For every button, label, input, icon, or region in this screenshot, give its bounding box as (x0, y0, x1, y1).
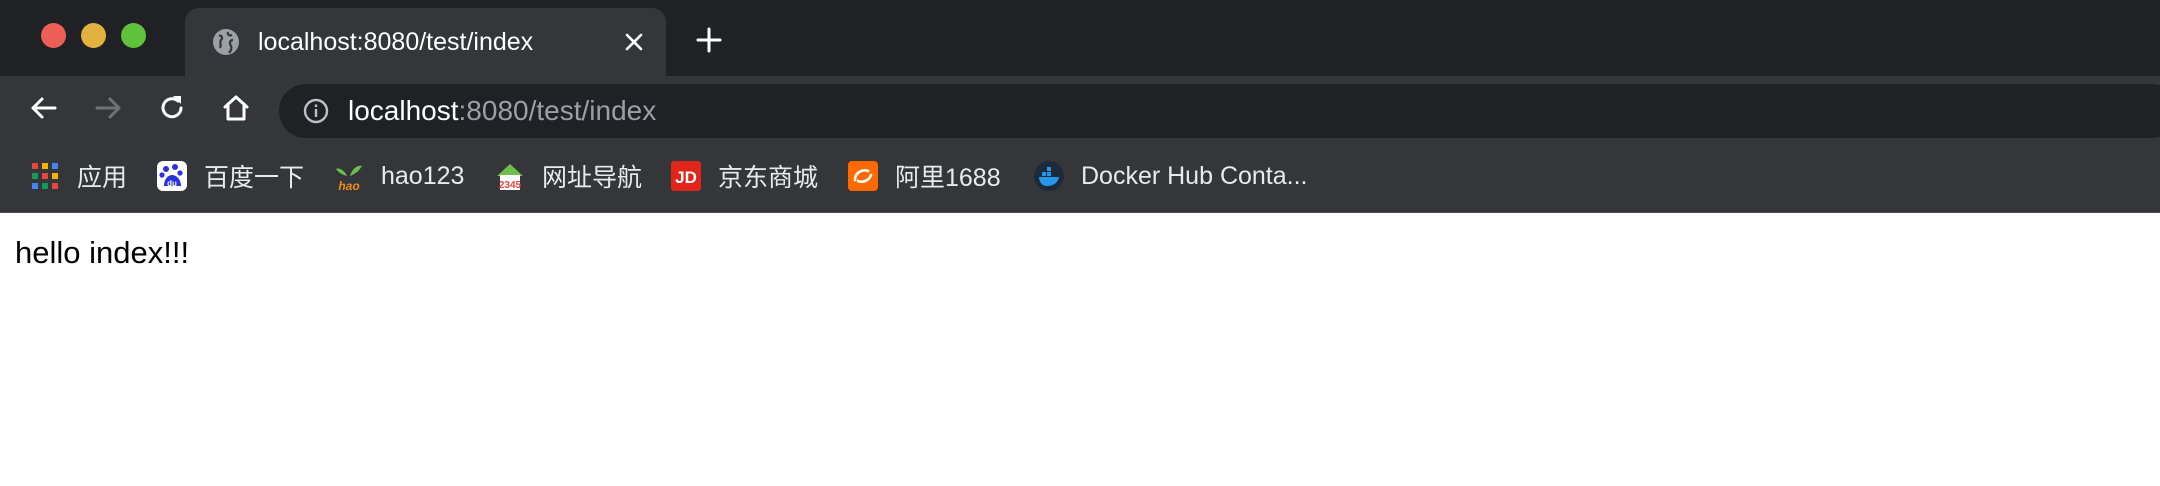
new-tab-button[interactable] (695, 26, 723, 54)
window-close-button[interactable] (41, 23, 66, 48)
bookmark-label: 百度一下 (204, 164, 305, 192)
tab-active[interactable]: localhost:8080/test/index (185, 8, 666, 76)
browser-window: localhost:8080/test/index localhost:8080… (0, 0, 2160, 486)
window-maximize-button[interactable] (121, 23, 146, 48)
page-body-text: hello index!!! (15, 235, 190, 270)
close-icon[interactable] (622, 30, 646, 54)
forward-button[interactable] (92, 92, 124, 124)
globe-icon (213, 29, 239, 55)
bookmark-label: hao123 (381, 161, 465, 190)
url-text[interactable]: localhost:8080/test/index (348, 95, 656, 127)
page-content: hello index!!! (0, 213, 2160, 486)
reload-button[interactable] (156, 92, 188, 124)
jd-icon: JD (671, 161, 701, 191)
hao123-icon: hao (336, 165, 362, 192)
back-button[interactable] (28, 92, 60, 124)
svg-text:hao: hao (338, 179, 359, 192)
svg-text:du: du (167, 179, 177, 188)
bookmark-1688[interactable]: 阿里1688 (847, 158, 1001, 194)
baidu-icon: du (157, 161, 187, 191)
bookmark-label: Docker Hub Conta... (1081, 161, 1308, 190)
svg-text:JD: JD (675, 168, 697, 187)
bookmark-docker-hub[interactable]: Docker Hub Conta... (1033, 158, 1308, 194)
home-button[interactable] (220, 92, 252, 124)
docker-icon (1034, 161, 1064, 191)
info-icon[interactable] (303, 98, 329, 124)
bookmark-apps[interactable]: 应用 (29, 158, 127, 194)
tab-strip: localhost:8080/test/index (0, 0, 2160, 76)
address-bar[interactable]: localhost:8080/test/index (279, 84, 2160, 138)
bookmark-hao123[interactable]: hao hao123 (333, 158, 464, 194)
apps-grid-icon (32, 163, 58, 189)
bookmark-label: 阿里1688 (895, 164, 1001, 192)
toolbar: localhost:8080/test/index (0, 76, 2160, 140)
bookmark-baidu[interactable]: du 百度一下 (156, 158, 304, 194)
alibaba-1688-icon (848, 161, 878, 191)
bookmark-label: 网址导航 (542, 164, 643, 192)
url-host: localhost (348, 95, 459, 126)
window-minimize-button[interactable] (81, 23, 106, 48)
bookmark-label: 应用 (77, 164, 128, 192)
bookmarks-bar: 应用 du 百度一下 hao hao123 2345 网址导航 JD 京东商城 … (0, 140, 2160, 213)
bookmark-label: 京东商城 (718, 164, 819, 192)
tab-title: localhost:8080/test/index (258, 28, 534, 56)
url-path: :8080/test/index (458, 95, 657, 126)
bookmark-jd[interactable]: JD 京东商城 (670, 158, 818, 194)
2345-icon: 2345 (497, 164, 523, 191)
bookmark-2345[interactable]: 2345 网址导航 (494, 158, 642, 194)
svg-text:2345: 2345 (499, 180, 522, 191)
